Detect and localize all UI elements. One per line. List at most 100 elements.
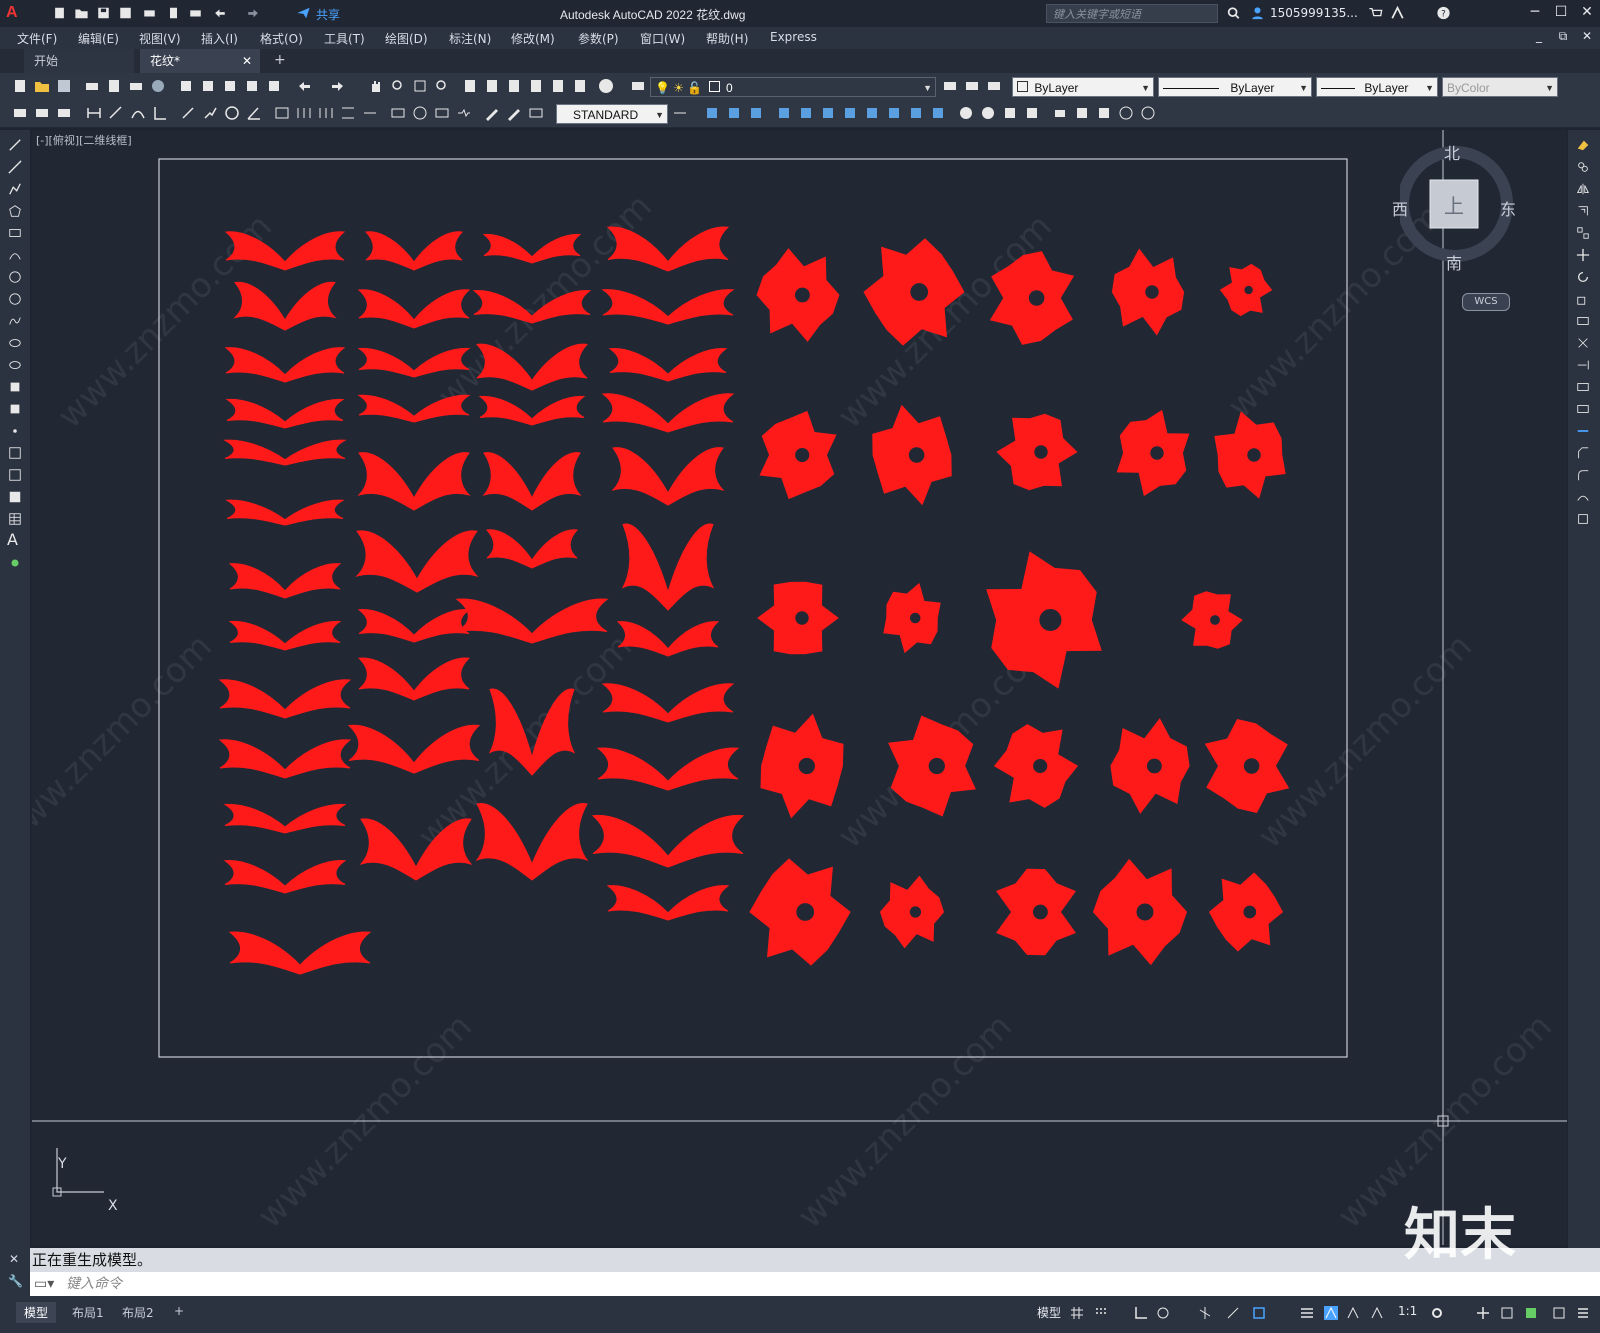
- calculator-icon[interactable]: [572, 78, 588, 94]
- ortho-icon[interactable]: [1134, 1306, 1148, 1320]
- annotation-scale-value[interactable]: 1:1: [1398, 1304, 1417, 1318]
- 3d-print-icon[interactable]: [150, 78, 166, 94]
- tribal-wing-pattern[interactable]: [228, 563, 342, 599]
- customize-menu-icon[interactable]: [1576, 1306, 1590, 1320]
- center-mark-icon[interactable]: [412, 105, 428, 121]
- render-icon[interactable]: [980, 105, 996, 121]
- polygon-icon[interactable]: [7, 204, 23, 218]
- autodesk-a-icon[interactable]: [1390, 6, 1405, 20]
- hardware-acceleration-icon[interactable]: [1524, 1306, 1538, 1320]
- tribal-wing-pattern[interactable]: [357, 394, 471, 423]
- tribal-wing-pattern[interactable]: [478, 395, 586, 426]
- point-icon[interactable]: [7, 424, 23, 438]
- help-tool-icon[interactable]: [598, 78, 614, 94]
- new-file-icon[interactable]: [52, 6, 67, 20]
- share-icon[interactable]: [296, 6, 311, 20]
- share-label[interactable]: 共享: [316, 6, 340, 23]
- spline-icon[interactable]: [7, 314, 23, 328]
- make-block-icon[interactable]: [7, 402, 23, 416]
- insert-block-icon[interactable]: [7, 380, 23, 394]
- isometric-icon[interactable]: [1198, 1306, 1212, 1320]
- linetype-select[interactable]: ByLayer ▼: [1158, 77, 1312, 97]
- move-icon[interactable]: [1575, 248, 1591, 262]
- dimension-update-icon[interactable]: [528, 105, 544, 121]
- properties-icon[interactable]: [462, 78, 478, 94]
- autocad-logo-icon[interactable]: A: [6, 4, 18, 22]
- undo-icon[interactable]: [212, 6, 227, 20]
- extend-icon[interactable]: [1575, 358, 1591, 372]
- snap-icon[interactable]: [1094, 1306, 1108, 1320]
- tool-palettes-icon[interactable]: [506, 78, 522, 94]
- layer-properties-icon[interactable]: [630, 78, 646, 94]
- command-line-handle[interactable]: ✕ 🔧: [0, 1248, 30, 1296]
- dimension-break-icon[interactable]: [362, 105, 378, 121]
- dimension-edit-icon[interactable]: [484, 105, 500, 121]
- tribal-wing-pattern[interactable]: [224, 347, 346, 383]
- layer-iso-icon[interactable]: [56, 105, 72, 121]
- tribal-wing-pattern[interactable]: [596, 747, 740, 791]
- tribal-wing-pattern[interactable]: [357, 657, 471, 701]
- help-icon[interactable]: ?: [1436, 6, 1451, 20]
- tab-close-icon[interactable]: ✕: [242, 49, 252, 73]
- menu-tools[interactable]: 工具(T): [324, 30, 365, 47]
- radius-dimension-icon[interactable]: [180, 105, 196, 121]
- model-space-toggle[interactable]: 模型: [1037, 1304, 1061, 1321]
- tribal-wing-pattern[interactable]: [364, 231, 464, 271]
- tribal-wing-pattern[interactable]: [455, 598, 609, 644]
- compass-west[interactable]: 西: [1392, 196, 1408, 220]
- menu-parametric[interactable]: 参数(P): [578, 30, 619, 47]
- tribal-wing-pattern[interactable]: [486, 529, 578, 569]
- drawing-canvas[interactable]: www.znzmo.com www.znzmo.com www.znzmo.co…: [32, 130, 1567, 1245]
- section-icon[interactable]: [930, 105, 946, 121]
- save-as-icon[interactable]: [118, 6, 133, 20]
- revolve-icon[interactable]: [798, 105, 814, 121]
- customize-command-icon[interactable]: 🔧: [8, 1274, 23, 1288]
- tribal-wing-pattern[interactable]: [233, 281, 337, 331]
- blend-curves-icon[interactable]: [1575, 490, 1591, 504]
- copy-icon[interactable]: [200, 78, 216, 94]
- camera-icon[interactable]: [1052, 105, 1068, 121]
- tribal-wing-pattern[interactable]: [228, 931, 372, 975]
- tab-drawing[interactable]: 花纹* ✕: [140, 49, 260, 73]
- isolate-objects-icon[interactable]: [1500, 1306, 1514, 1320]
- aligned-dimension-icon[interactable]: [108, 105, 124, 121]
- doc-minimize-button[interactable]: _: [1528, 29, 1550, 43]
- walk-icon[interactable]: [1074, 105, 1090, 121]
- markup-icon[interactable]: [550, 78, 566, 94]
- orbit-icon[interactable]: [1118, 105, 1134, 121]
- save-tool-icon[interactable]: [56, 78, 72, 94]
- make-current-layer-icon[interactable]: [942, 78, 958, 94]
- redo-icon[interactable]: [246, 6, 261, 20]
- tolerance-icon[interactable]: [390, 105, 406, 121]
- union-icon[interactable]: [820, 105, 836, 121]
- doc-close-button[interactable]: ✕: [1576, 29, 1598, 43]
- tribal-wing-pattern[interactable]: [347, 724, 481, 774]
- redo-tool-icon[interactable]: [330, 78, 346, 94]
- qnew-icon[interactable]: [12, 78, 28, 94]
- gradient-icon[interactable]: [7, 468, 23, 482]
- layout-tab-layout1[interactable]: 布局1: [64, 1302, 112, 1323]
- hatch-icon[interactable]: [7, 446, 23, 460]
- zoom-realtime-icon[interactable]: [390, 78, 406, 94]
- tribal-wing-pattern[interactable]: [606, 226, 730, 272]
- layout-tab-model[interactable]: 模型: [16, 1302, 57, 1323]
- tribal-wing-pattern[interactable]: [591, 814, 745, 868]
- tribal-wing-pattern[interactable]: [621, 523, 715, 611]
- tribal-wing-pattern[interactable]: [355, 530, 479, 593]
- tribal-wing-pattern[interactable]: [218, 739, 352, 779]
- design-center-icon[interactable]: [484, 78, 500, 94]
- object-snap-icon[interactable]: [1252, 1306, 1266, 1320]
- tribal-wing-pattern[interactable]: [223, 439, 347, 466]
- revision-cloud-icon[interactable]: [7, 292, 23, 306]
- linear-dimension-icon[interactable]: [86, 105, 102, 121]
- plot-tool-icon[interactable]: [84, 78, 100, 94]
- circle-icon[interactable]: [7, 270, 23, 284]
- publish-tool-icon[interactable]: [128, 78, 144, 94]
- undo-tool-icon[interactable]: [296, 78, 312, 94]
- ordinate-dimension-icon[interactable]: [152, 105, 168, 121]
- tribal-wing-pattern[interactable]: [223, 860, 347, 894]
- mirror-icon[interactable]: [1575, 182, 1591, 196]
- tattoo-patterns[interactable]: [218, 226, 1290, 975]
- open-icon[interactable]: [34, 78, 50, 94]
- tribal-wing-pattern[interactable]: [475, 803, 589, 881]
